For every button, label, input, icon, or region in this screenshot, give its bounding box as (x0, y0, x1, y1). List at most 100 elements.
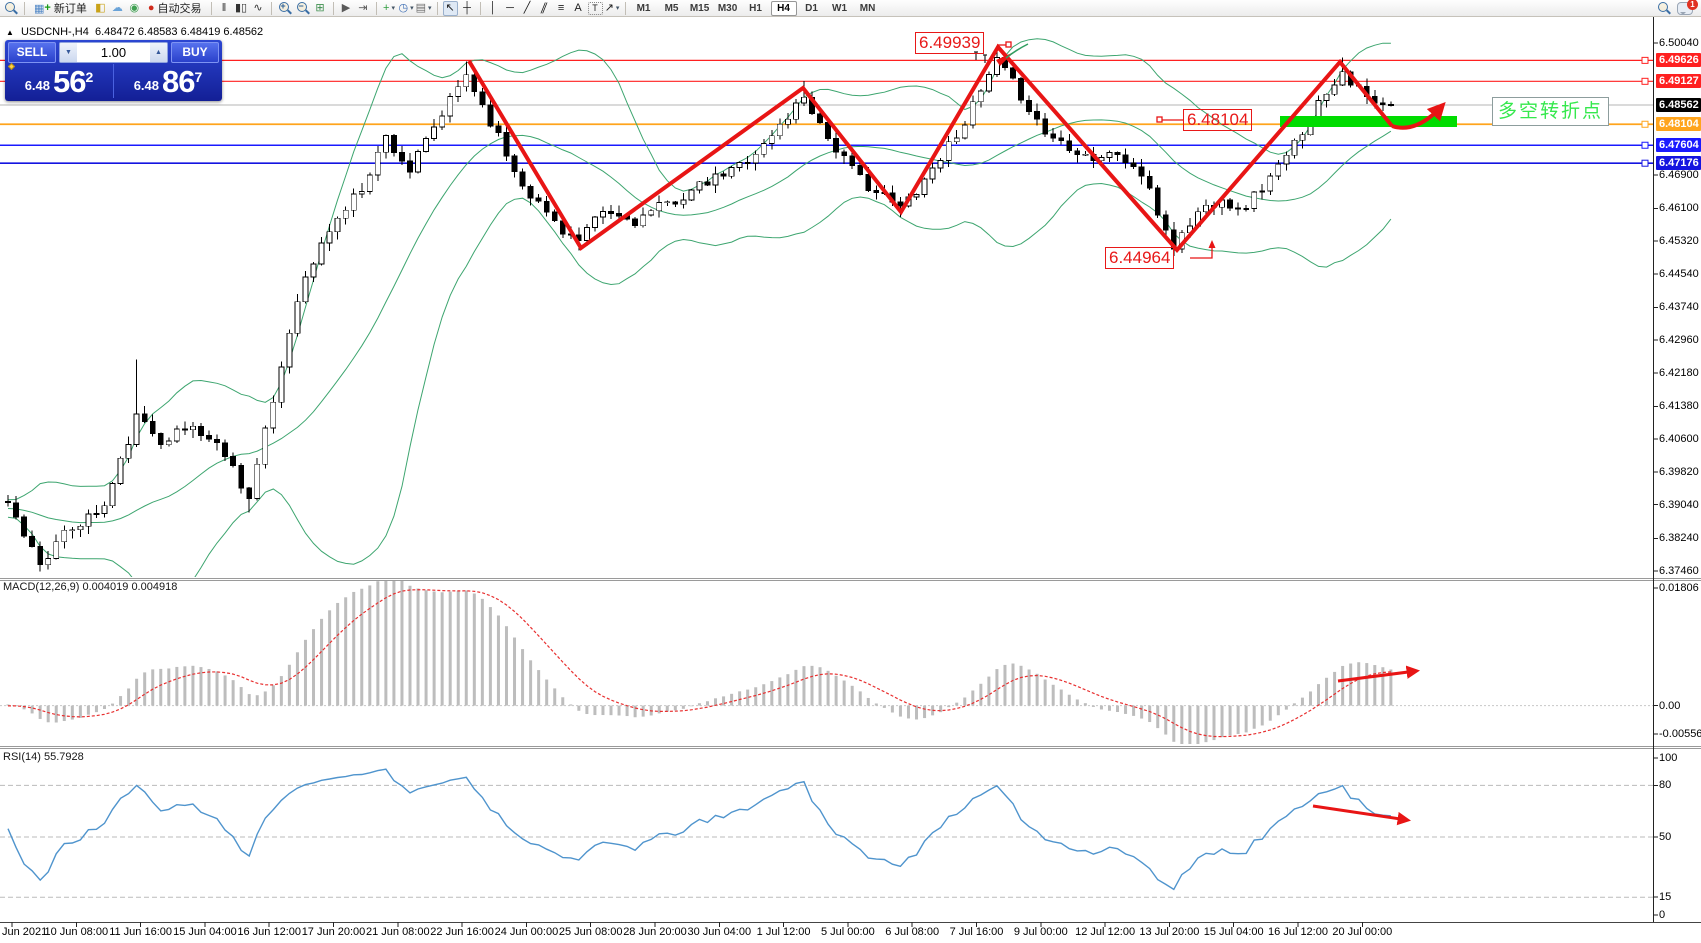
channel-tool-icon[interactable]: ∥ (537, 1, 552, 16)
sell-button[interactable]: SELL (8, 42, 56, 63)
time-axis-label: 13 Jul 20:00 (1139, 926, 1199, 938)
price-tick-label: 6.39820 (1659, 465, 1699, 479)
price-tick-label: 6.42180 (1659, 366, 1699, 380)
zoom-in-icon[interactable]: + (278, 1, 292, 15)
rsi-label: RSI(14) 55.7928 (3, 751, 84, 763)
new-order-button[interactable]: ▦+新订单 (30, 1, 91, 16)
time-axis-label: 12 Jul 12:00 (1075, 926, 1135, 938)
time-axis-label: 16 Jul 12:00 (1268, 926, 1328, 938)
rsi-axis-label: 100 (1659, 751, 1677, 765)
price-tick-label: 6.38240 (1659, 531, 1699, 545)
algo-trading-button[interactable]: ●自动交易 (144, 1, 206, 16)
volume-up-button[interactable]: ▲ (150, 43, 167, 62)
styler-icon[interactable]: ◧ (93, 1, 108, 16)
price-tick-label: 6.50040 (1659, 36, 1699, 50)
timeframe-w1-button[interactable]: W1 (827, 1, 853, 16)
price-line-label: 6.47604 (1656, 138, 1701, 152)
time-axis-label: 30 Jun 04:00 (687, 926, 751, 938)
buy-button[interactable]: BUY (171, 42, 219, 63)
time-axis-label: 16 Jun 12:00 (237, 926, 301, 938)
time-axis-label: 11 Jun 16:00 (109, 926, 172, 938)
sell-price-big: 56 (53, 68, 85, 95)
price-line-label: 6.47176 (1656, 156, 1701, 170)
annotation-turning-point[interactable]: 多空转折点 (1492, 97, 1609, 126)
price-tick-label: 6.45320 (1659, 234, 1699, 248)
macd-axis-label: -0.005568 (1659, 727, 1701, 741)
rsi-axis-label: 80 (1659, 778, 1671, 792)
macd-histogram (7, 581, 1393, 744)
price-tick-label: 6.41380 (1659, 399, 1699, 413)
line-chart-mode-icon[interactable]: ∿ (251, 1, 266, 16)
timeframe-d1-button[interactable]: D1 (799, 1, 825, 16)
timeframe-m15-button[interactable]: M15 (687, 1, 713, 16)
time-axis-label: 20 Jul 00:00 (1332, 926, 1392, 938)
text-tool-icon[interactable]: A (571, 1, 586, 16)
bar-chart-mode-icon[interactable]: ‖ (217, 1, 232, 16)
time-axis-label: 17 Jun 20:00 (302, 926, 366, 938)
annotation-low-price[interactable]: 6.44964 (1105, 247, 1174, 269)
chat-icon[interactable]: 1 (1677, 2, 1693, 15)
crosshair-icon[interactable]: ┼ (460, 1, 475, 16)
annotation-peak-price[interactable]: 6.49939 (915, 32, 984, 54)
annotation-level-price[interactable]: 6.48104 (1183, 109, 1252, 131)
templates-button[interactable]: ▤▾ (416, 1, 432, 16)
vertical-line-tool-icon[interactable]: │ (486, 1, 501, 16)
symbol-search-icon[interactable] (4, 1, 18, 15)
zoom-out-icon[interactable]: − (296, 1, 310, 15)
symbol-quote-line: ▲ USDCNH-,H4 6.48472 6.48583 6.48419 6.4… (6, 26, 263, 38)
buy-price-area[interactable]: 6.48 86 7 (114, 64, 222, 98)
auto-scroll-icon[interactable]: ▶ (339, 1, 354, 16)
timeframe-mn-button[interactable]: MN (855, 1, 881, 16)
search-icon[interactable] (1657, 1, 1671, 15)
macd-label: MACD(12,26,9) 0.004019 0.004918 (3, 581, 177, 593)
price-tick-label: 6.39040 (1659, 498, 1699, 512)
periods-button[interactable]: ◷▾ (399, 1, 414, 16)
rsi-axis-label: 50 (1659, 830, 1671, 844)
time-axis-label: Jun 2021 (2, 926, 47, 938)
horizontal-level-lines[interactable] (0, 57, 1653, 166)
timeframe-h4-button[interactable]: H4 (771, 1, 797, 16)
timeframe-m5-button[interactable]: M5 (659, 1, 685, 16)
fibonacci-tool-icon[interactable]: ≡ (554, 1, 569, 16)
indicators-button[interactable]: +▾ (382, 1, 397, 16)
time-axis-label: 6 Jul 08:00 (885, 926, 939, 938)
time-axis-label: 9 Jul 00:00 (1014, 926, 1068, 938)
timeframe-m30-button[interactable]: M30 (715, 1, 741, 16)
chart-shift-icon[interactable]: ⇥ (356, 1, 371, 16)
cursor-icon[interactable]: ↖ (443, 1, 458, 16)
timeframe-m1-button[interactable]: M1 (631, 1, 657, 16)
time-axis-label: 15 Jul 04:00 (1204, 926, 1264, 938)
ohlc-quote-label: 6.48472 6.48583 6.48419 6.48562 (95, 26, 263, 38)
macd-signal-line (8, 590, 1391, 737)
tile-windows-icon[interactable]: ⊞ (313, 1, 328, 16)
volume-down-button[interactable]: ▼ (60, 43, 77, 62)
sell-price-area[interactable]: 6.48 56 2 (5, 64, 114, 98)
timeframe-h1-button[interactable]: H1 (743, 1, 769, 16)
price-tick-label: 6.43740 (1659, 300, 1699, 314)
signals-icon[interactable]: ◉ (127, 1, 142, 16)
buy-price-big: 86 (162, 68, 194, 95)
price-line-label: 6.49626 (1656, 53, 1701, 67)
time-axis-label: 15 Jun 04:00 (173, 926, 237, 938)
chat-badge: 1 (1687, 0, 1698, 10)
time-axis-label: 24 Jun 00:00 (495, 926, 559, 938)
time-axis-label: 1 Jul 12:00 (757, 926, 811, 938)
time-axis-label: 28 Jun 20:00 (623, 926, 687, 938)
rsi-line (8, 769, 1391, 889)
time-axis-label: 7 Jul 16:00 (950, 926, 1004, 938)
one-click-trading-panel: SELL ▼ 1.00 ▲ BUY 6.48 56 2 6.48 86 7 (5, 40, 222, 101)
time-axis-label: 21 Jun 08:00 (366, 926, 430, 938)
publish-cloud-icon[interactable]: ☁ (110, 1, 125, 16)
chart-canvas[interactable] (0, 0, 1701, 943)
rsi-trend-arrow[interactable] (1313, 806, 1407, 820)
arrows-tool-button[interactable]: ↗▾ (605, 1, 620, 16)
trendline-tool-icon[interactable]: ╱ (520, 1, 535, 16)
label-tool-icon[interactable]: T (588, 2, 603, 15)
time-axis-label: 22 Jun 16:00 (430, 926, 494, 938)
volume-value[interactable]: 1.00 (77, 43, 150, 62)
zigzag-annotation[interactable] (469, 47, 1392, 250)
macd-axis-label: 0.01806 (1659, 581, 1699, 595)
candlestick-mode-icon[interactable]: ▮▯ (234, 1, 249, 16)
buy-price-sup: 7 (195, 72, 203, 82)
horizontal-line-tool-icon[interactable]: ─ (503, 1, 518, 16)
